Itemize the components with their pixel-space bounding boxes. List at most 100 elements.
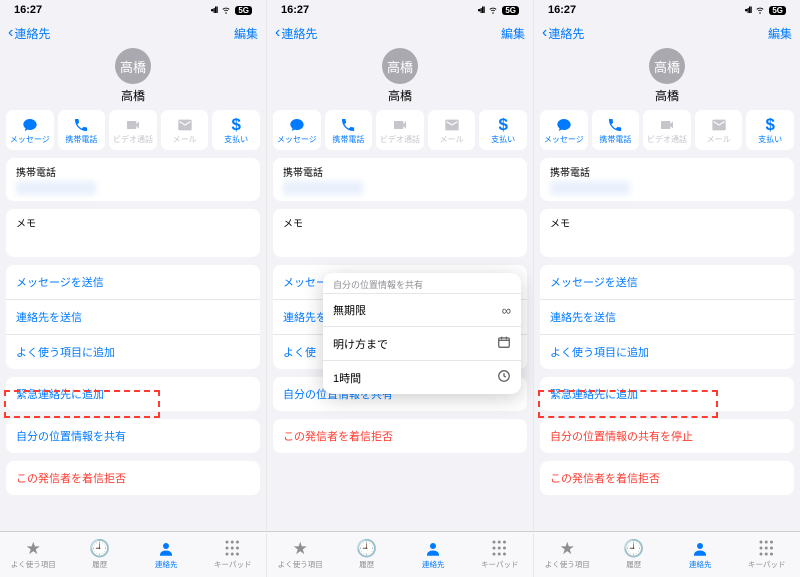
- tab-history[interactable]: 🕘履歴: [601, 532, 668, 577]
- actions-card-4: この発信者を着信拒否: [273, 419, 527, 453]
- tab-keypad[interactable]: ●●●●●●●●●キーパッド: [734, 532, 800, 577]
- back-label: 連絡先: [14, 25, 50, 42]
- mail-button[interactable]: メール: [695, 110, 743, 150]
- add-emergency-item[interactable]: 緊急連絡先に追加: [540, 377, 794, 411]
- block-caller-item[interactable]: この発信者を着信拒否: [540, 461, 794, 495]
- content: 携帯電話 メモ メッセージを送信 連絡先を送信 よく使 自分の位置情報を共有 こ…: [267, 158, 533, 531]
- status-bar: 16:27 •ıll 5G: [267, 0, 533, 20]
- tab-bar: ★よく使う項目 🕘履歴 連絡先 ●●●●●●●●●キーパッド: [0, 531, 266, 577]
- actions-card-1: メッセージを送信 連絡先を送信 よく使う項目に追加: [540, 265, 794, 369]
- network-badge: 5G: [769, 6, 786, 15]
- stop-share-location-item[interactable]: 自分の位置情報の共有を停止: [540, 419, 794, 453]
- actions-card-4: この発信者を着信拒否: [540, 461, 794, 495]
- back-button[interactable]: ‹ 連絡先: [542, 24, 584, 42]
- pay-button[interactable]: $支払い: [479, 110, 527, 150]
- message-button[interactable]: メッセージ: [273, 110, 321, 150]
- popover-option-indefinite[interactable]: 無期限 ∞: [323, 293, 521, 326]
- edit-button[interactable]: 編集: [501, 25, 525, 42]
- add-favorite-item[interactable]: よく使う項目に追加: [6, 335, 260, 369]
- block-caller-item[interactable]: この発信者を着信拒否: [6, 461, 260, 495]
- phone-button[interactable]: 携帯電話: [58, 110, 106, 150]
- person-icon: [424, 539, 442, 559]
- phone-field-label: 携帯電話: [283, 164, 517, 179]
- tab-history[interactable]: 🕘履歴: [334, 532, 401, 577]
- send-message-item[interactable]: メッセージを送信: [540, 265, 794, 300]
- send-contact-item[interactable]: 連絡先を送信: [6, 300, 260, 335]
- mail-icon: [177, 116, 193, 134]
- tab-keypad[interactable]: ●●●●●●●●●キーパッド: [467, 532, 534, 577]
- tab-contacts[interactable]: 連絡先: [667, 532, 734, 577]
- tab-favorites[interactable]: ★よく使う項目: [267, 532, 334, 577]
- edit-button[interactable]: 編集: [768, 25, 792, 42]
- message-icon: [22, 116, 38, 134]
- pay-button[interactable]: $ 支払い: [212, 110, 260, 150]
- keypad-icon: ●●●●●●●●●: [492, 539, 508, 559]
- mail-button[interactable]: メール: [428, 110, 476, 150]
- status-time: 16:27: [281, 4, 309, 16]
- phone-button[interactable]: 携帯電話: [592, 110, 640, 150]
- back-button[interactable]: ‹ 連絡先: [275, 24, 317, 42]
- send-message-item[interactable]: メッセージを送信: [6, 265, 260, 300]
- popover-option-until-morning[interactable]: 明け方まで: [323, 326, 521, 360]
- tab-favorites[interactable]: ★よく使う項目: [534, 532, 601, 577]
- video-button[interactable]: ビデオ通話: [643, 110, 691, 150]
- video-icon: [392, 116, 408, 134]
- clock-icon: [497, 369, 511, 386]
- edit-button[interactable]: 編集: [234, 25, 258, 42]
- tab-contacts[interactable]: 連絡先: [133, 532, 200, 577]
- memo-card[interactable]: メモ: [540, 209, 794, 257]
- phone-card[interactable]: 携帯電話: [6, 158, 260, 201]
- message-button[interactable]: メッセージ: [6, 110, 54, 150]
- avatar[interactable]: 高橋: [382, 48, 418, 84]
- send-contact-item[interactable]: 連絡先を送信: [540, 300, 794, 335]
- contact-name: 高橋: [388, 87, 412, 104]
- wifi-icon: [754, 3, 766, 18]
- pay-icon: $: [765, 116, 774, 134]
- phone-card[interactable]: 携帯電話: [540, 158, 794, 201]
- mail-icon: [444, 116, 460, 134]
- message-icon: [556, 116, 572, 134]
- contact-name: 高橋: [655, 87, 679, 104]
- video-button[interactable]: ビデオ通話: [109, 110, 157, 150]
- video-button[interactable]: ビデオ通話: [376, 110, 424, 150]
- memo-card[interactable]: メモ: [273, 209, 527, 257]
- star-icon: ★: [26, 539, 41, 559]
- pay-button[interactable]: $支払い: [746, 110, 794, 150]
- pay-icon: $: [498, 116, 507, 134]
- infinity-icon: ∞: [502, 303, 511, 318]
- cellular-icon: •ıll: [211, 5, 218, 15]
- add-emergency-item[interactable]: 緊急連絡先に追加: [6, 377, 260, 411]
- tab-keypad[interactable]: ●●●●●●●●●キーパッド: [200, 532, 267, 577]
- tab-history[interactable]: 🕘履歴: [67, 532, 134, 577]
- share-location-item[interactable]: 自分の位置情報を共有: [6, 419, 260, 453]
- status-right: •ıll 5G: [211, 3, 252, 18]
- contact-header: 高橋 高橋: [0, 46, 266, 110]
- pay-label: 支払い: [224, 134, 248, 145]
- avatar[interactable]: 高橋: [115, 48, 151, 84]
- phone-button[interactable]: 携帯電話: [325, 110, 373, 150]
- status-bar: 16:27 •ıll 5G: [534, 0, 800, 20]
- avatar[interactable]: 高橋: [649, 48, 685, 84]
- phone-value-redacted: [16, 181, 96, 195]
- tab-favorites[interactable]: ★よく使う項目: [0, 532, 67, 577]
- memo-card[interactable]: メモ: [6, 209, 260, 257]
- tab-contacts[interactable]: 連絡先: [400, 532, 467, 577]
- block-caller-item[interactable]: この発信者を着信拒否: [273, 419, 527, 453]
- back-button[interactable]: ‹ 連絡先: [8, 24, 50, 42]
- person-icon: [691, 539, 709, 559]
- calendar-icon: [497, 335, 511, 352]
- mail-button[interactable]: メール: [161, 110, 209, 150]
- add-favorite-item[interactable]: よく使う項目に追加: [540, 335, 794, 369]
- content: 携帯電話 メモ メッセージを送信 連絡先を送信 よく使う項目に追加 緊急連絡先に…: [534, 158, 800, 531]
- tab-bar: ★よく使う項目 🕘履歴 連絡先 ●●●●●●●●●キーパッド: [267, 531, 533, 577]
- action-row: メッセージ 携帯電話 ビデオ通話 メール $ 支払い: [0, 110, 266, 158]
- message-button[interactable]: メッセージ: [540, 110, 588, 150]
- phone-icon: [73, 116, 89, 134]
- star-icon: ★: [293, 539, 308, 559]
- actions-card-3: 自分の位置情報を共有: [6, 419, 260, 453]
- popover-option-one-hour[interactable]: 1時間: [323, 360, 521, 394]
- popover-opt-label: 無期限: [333, 302, 366, 318]
- chevron-left-icon: ‹: [275, 24, 280, 42]
- phone-card[interactable]: 携帯電話: [273, 158, 527, 201]
- video-icon: [125, 116, 141, 134]
